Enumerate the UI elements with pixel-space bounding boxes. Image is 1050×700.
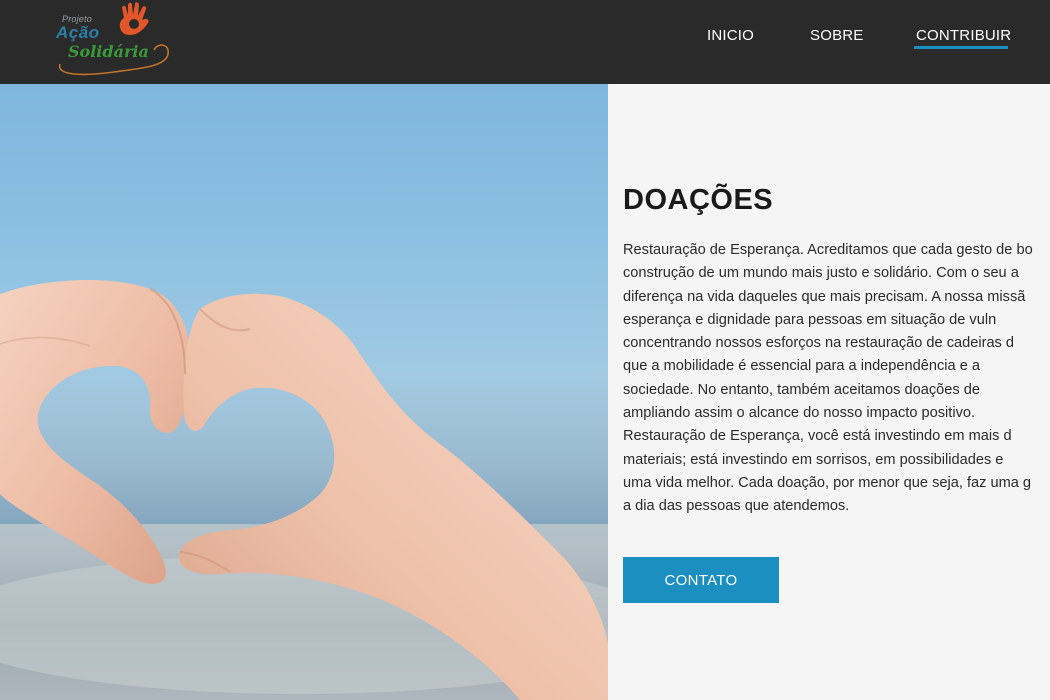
description-line: ampliando assim o alcance do nosso impac… xyxy=(623,405,976,422)
heart-hands-illustration xyxy=(0,279,608,700)
description-line: diferença na vida daqueles que mais prec… xyxy=(623,288,1026,305)
description-line: concentrando nossos esforços na restaura… xyxy=(623,335,1015,352)
description-line: Restauração de Esperança. Acreditamos qu… xyxy=(623,242,1033,258)
page-title: DOAÇÕES xyxy=(623,184,774,216)
description-line: esperança e dignidade para pessoas em si… xyxy=(623,311,997,328)
nav-item-inicio[interactable]: INICIO xyxy=(707,27,754,44)
site-header: Projeto Ação Solidária INICIO SOBRE CONT… xyxy=(0,0,1050,84)
donations-section: DOAÇÕES Restauração de Esperança. Acredi… xyxy=(608,84,1050,700)
nav-active-indicator xyxy=(914,46,1008,49)
logo-line-2: Ação xyxy=(56,23,100,42)
description-line: a dia das pessoas que atendemos. xyxy=(623,498,850,515)
description-line: construção de um mundo mais justo e soli… xyxy=(623,265,1019,282)
nav-item-contribuir[interactable]: CONTRIBUIR xyxy=(916,27,1011,44)
donations-description: Restauração de Esperança. Acreditamos qu… xyxy=(623,239,1050,519)
hero-image xyxy=(0,84,608,700)
description-line: Restauração de Esperança, você está inve… xyxy=(623,428,1012,445)
description-line: uma vida melhor. Cada doação, por menor … xyxy=(623,474,1032,491)
description-line: materiais; está investindo em sorrisos, … xyxy=(623,451,1004,468)
logo-line-3: Solidária xyxy=(68,42,149,61)
nav-item-sobre[interactable]: SOBRE xyxy=(810,27,864,44)
description-line: que a mobilidade é essencial para a inde… xyxy=(623,358,980,375)
logo[interactable]: Projeto Ação Solidária xyxy=(54,2,172,78)
hand-print-icon xyxy=(119,2,149,36)
description-line: sociedade. No entanto, também aceitamos … xyxy=(623,381,980,398)
contact-button[interactable]: CONTATO xyxy=(623,557,779,603)
